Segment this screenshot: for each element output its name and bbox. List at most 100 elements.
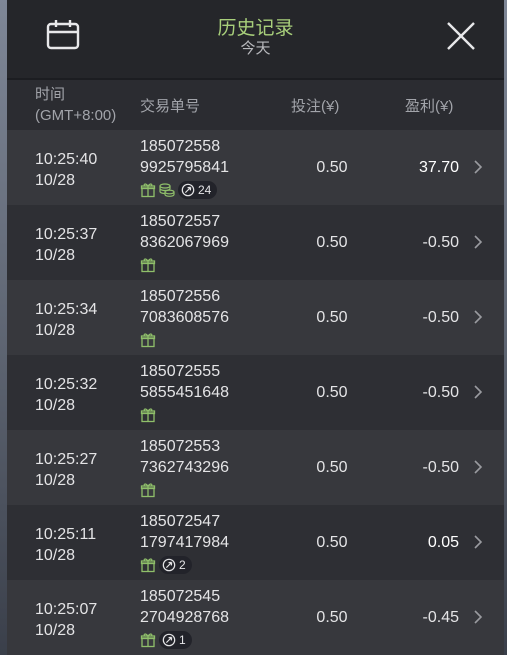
row-feature-icons [140, 256, 156, 274]
free-spin-count: 1 [179, 633, 186, 647]
gift-icon [140, 408, 156, 423]
free-spin-count: 24 [198, 183, 212, 197]
row-bet: 0.50 [316, 159, 348, 176]
row-order-id-part1: 185072545 [140, 588, 221, 605]
row-date: 10/28 [35, 472, 76, 489]
free-spin-icon [181, 183, 195, 197]
close-button[interactable] [443, 18, 479, 54]
row-feature-icons [140, 481, 156, 499]
row-order-id-part1: 185072555 [140, 363, 221, 380]
column-profit: 盈利(¥) [405, 98, 454, 115]
history-panel: 历史记录 今天 时间 (GMT+8:00) 交易单号 投注(¥) 盈利(¥) 1… [7, 0, 504, 655]
close-icon [447, 22, 475, 50]
row-time: 10:25:32 [35, 376, 98, 393]
row-time-cell: 10:25:07 10/28 [35, 599, 97, 641]
page-subtitle: 今天 [240, 40, 271, 57]
column-time: 时间 (GMT+8:00) [35, 84, 116, 126]
row-time: 10:25:37 [35, 226, 98, 243]
row-order-cell: 185072545 2704928768 [140, 586, 229, 628]
gift-icon [140, 183, 156, 198]
row-date: 10/28 [35, 247, 76, 264]
row-bet: 0.50 [316, 459, 348, 476]
chevron-right-icon [474, 160, 483, 174]
row-profit: -0.50 [422, 309, 459, 326]
row-order-id-part1: 185072547 [140, 513, 221, 530]
chevron-right-icon [474, 610, 483, 624]
row-order-cell: 185072553 7362743296 [140, 436, 229, 478]
page-title: 历史记录 [217, 18, 294, 39]
column-time-label: 时间 [35, 86, 66, 103]
history-list: 10:25:40 10/28 185072558 9925795841 24 0… [7, 130, 504, 655]
history-row[interactable]: 10:25:32 10/28 185072555 5855451648 0.50… [7, 355, 504, 430]
row-profit: -0.50 [422, 384, 459, 401]
row-date: 10/28 [35, 622, 76, 639]
gift-icon [140, 483, 156, 498]
gift-icon [140, 333, 156, 348]
gift-icon [140, 633, 156, 648]
free-spin-icon [162, 558, 176, 572]
row-order-id-part2: 7083608576 [140, 309, 229, 326]
history-row[interactable]: 10:25:40 10/28 185072558 9925795841 24 0… [7, 130, 504, 205]
row-profit: 37.70 [418, 159, 459, 176]
row-order-id-part1: 185072556 [140, 288, 221, 305]
row-order-cell: 185072558 9925795841 [140, 136, 229, 178]
history-row[interactable]: 10:25:11 10/28 185072547 1797417984 2 0.… [7, 505, 504, 580]
row-order-cell: 185072557 8362067969 [140, 211, 229, 253]
chevron-right-icon [474, 535, 483, 549]
row-time: 10:25:11 [35, 526, 97, 543]
row-bet: 0.50 [316, 309, 348, 326]
free-spin-badge: 1 [159, 631, 192, 649]
row-feature-icons: 24 [140, 181, 218, 199]
history-row[interactable]: 10:25:07 10/28 185072545 2704928768 1 0.… [7, 580, 504, 655]
coins-icon [159, 183, 175, 197]
row-profit: -0.45 [422, 609, 459, 626]
row-order-id-part2: 5855451648 [140, 384, 229, 401]
row-order-id-part2: 9925795841 [140, 159, 229, 176]
row-feature-icons: 1 [140, 631, 192, 649]
row-order-id-part2: 2704928768 [140, 609, 229, 626]
row-feature-icons [140, 331, 156, 349]
row-time: 10:25:07 [35, 601, 98, 618]
gift-icon [140, 258, 156, 273]
row-order-cell: 185072556 7083608576 [140, 286, 229, 328]
row-bet: 0.50 [316, 609, 348, 626]
free-spin-count: 2 [179, 558, 186, 572]
row-order-cell: 185072555 5855451648 [140, 361, 229, 403]
row-order-id-part1: 185072557 [140, 213, 221, 230]
history-header: 历史记录 今天 [7, 0, 504, 80]
column-order: 交易单号 [140, 98, 201, 115]
column-timezone-label: (GMT+8:00) [35, 107, 117, 124]
row-date: 10/28 [35, 547, 76, 564]
free-spin-badge: 24 [178, 181, 218, 199]
row-order-id-part2: 1797417984 [140, 534, 229, 551]
row-order-id-part1: 185072558 [140, 138, 221, 155]
row-time-cell: 10:25:27 10/28 [35, 449, 97, 491]
row-date: 10/28 [35, 322, 76, 339]
column-header: 时间 (GMT+8:00) 交易单号 投注(¥) 盈利(¥) [7, 80, 504, 130]
row-time: 10:25:27 [35, 451, 98, 468]
chevron-right-icon [474, 385, 483, 399]
gift-icon [140, 558, 156, 573]
row-time-cell: 10:25:34 10/28 [35, 299, 97, 341]
history-row[interactable]: 10:25:37 10/28 185072557 8362067969 0.50… [7, 205, 504, 280]
row-order-id-part1: 185072553 [140, 438, 221, 455]
column-bet: 投注(¥) [291, 98, 340, 115]
row-feature-icons [140, 406, 156, 424]
row-bet: 0.50 [316, 384, 348, 401]
row-bet: 0.50 [316, 234, 348, 251]
history-row[interactable]: 10:25:34 10/28 185072556 7083608576 0.50… [7, 280, 504, 355]
row-feature-icons: 2 [140, 556, 192, 574]
row-bet: 0.50 [316, 534, 348, 551]
row-date: 10/28 [35, 172, 76, 189]
row-date: 10/28 [35, 397, 76, 414]
history-row[interactable]: 10:25:27 10/28 185072553 7362743296 0.50… [7, 430, 504, 505]
row-time-cell: 10:25:40 10/28 [35, 149, 97, 191]
chevron-right-icon [474, 235, 483, 249]
row-time: 10:25:34 [35, 301, 98, 318]
row-time-cell: 10:25:37 10/28 [35, 224, 97, 266]
row-order-id-part2: 7362743296 [140, 459, 229, 476]
row-time: 10:25:40 [35, 151, 98, 168]
chevron-right-icon [474, 310, 483, 324]
row-order-id-part2: 8362067969 [140, 234, 229, 251]
row-time-cell: 10:25:32 10/28 [35, 374, 97, 416]
